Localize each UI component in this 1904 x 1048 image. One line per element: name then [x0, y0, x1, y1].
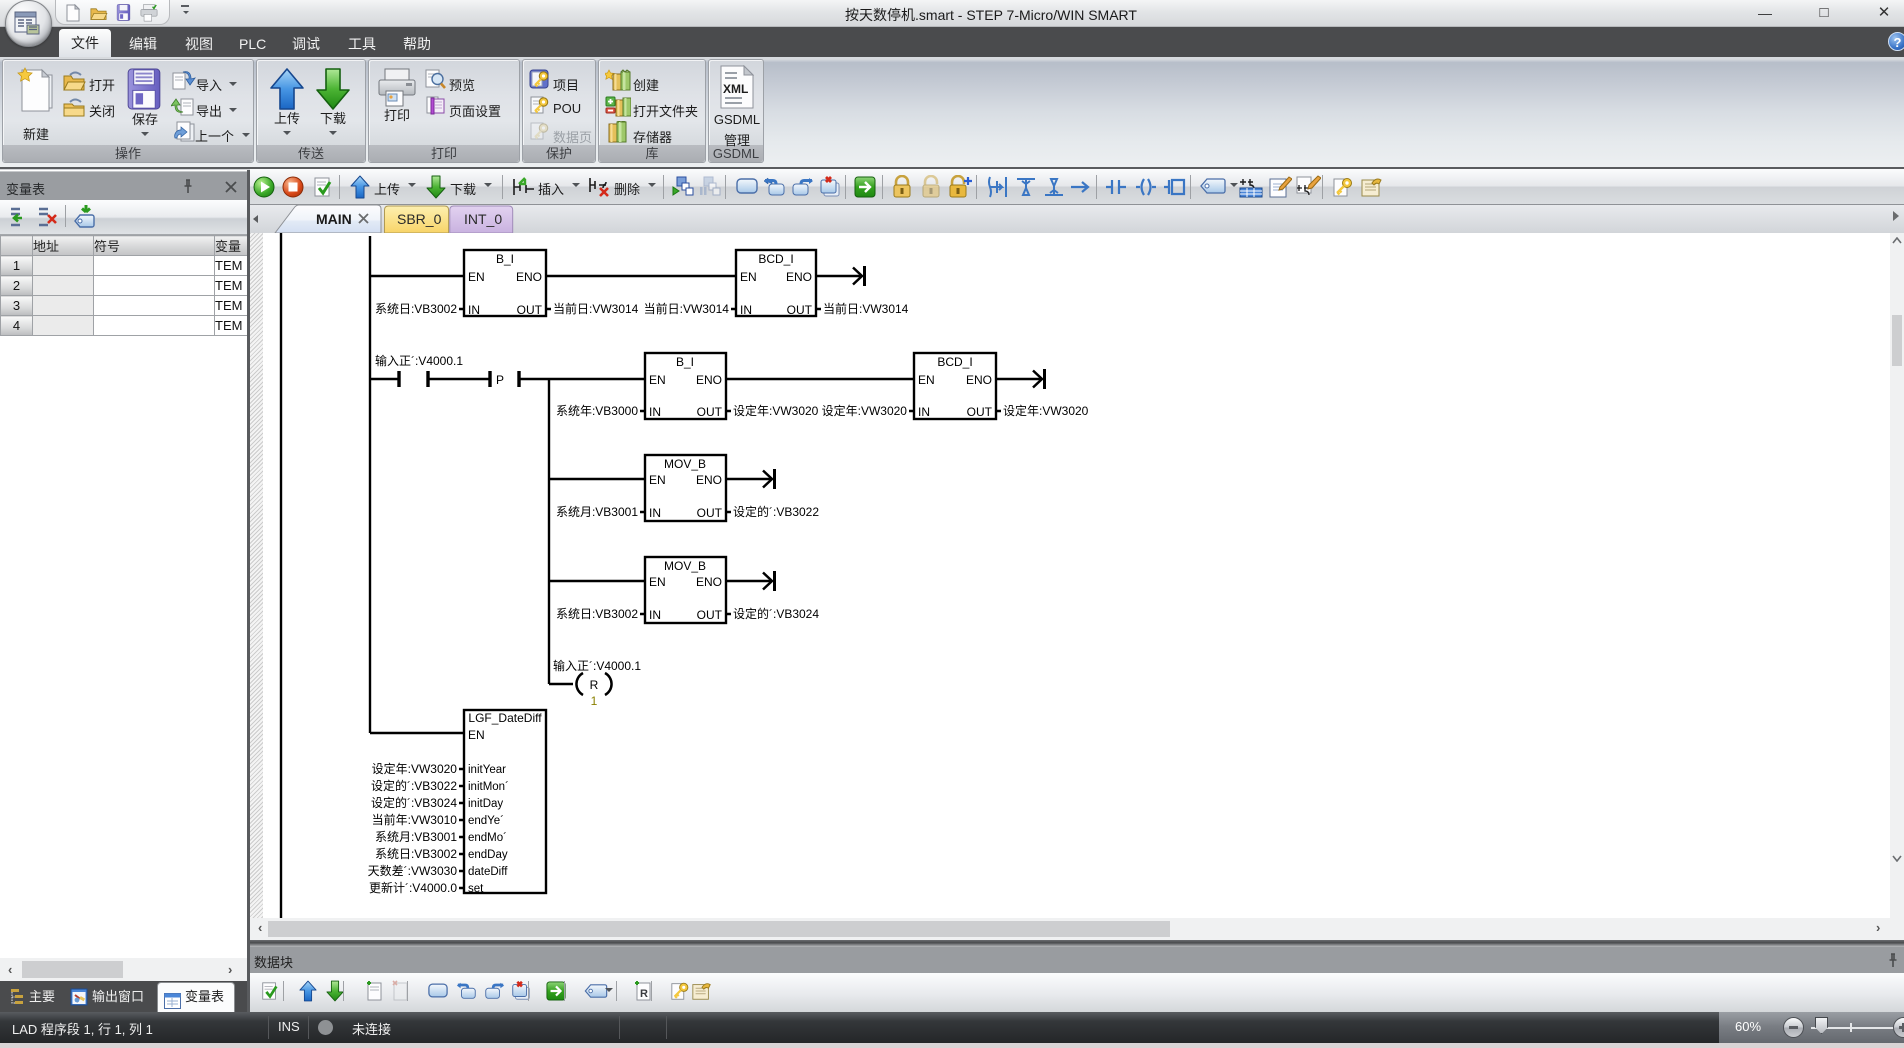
svg-text:endMo´: endMo´ [468, 832, 507, 844]
svg-text:OUT: OUT [787, 303, 813, 317]
svg-text:ENO: ENO [696, 373, 722, 387]
svg-text:OUT: OUT [517, 303, 543, 317]
svg-text:BCD_I: BCD_I [937, 355, 972, 369]
svg-text:设定的´:VB3022: 设定的´:VB3022 [733, 504, 819, 519]
svg-text:设定年:VW3020: 设定年:VW3020 [822, 403, 908, 418]
svg-text:BCD_I: BCD_I [758, 252, 793, 266]
svg-text:更新计´:V4000.0: 更新计´:V4000.0 [369, 880, 457, 895]
svg-text:set: set [468, 883, 484, 895]
svg-text:ENO: ENO [516, 270, 542, 284]
svg-text:INT_0: INT_0 [464, 211, 502, 227]
svg-text:输入正´:V4000.1: 输入正´:V4000.1 [375, 353, 463, 368]
svg-text:设定年:VW3020: 设定年:VW3020 [1003, 403, 1089, 418]
svg-text:ENO: ENO [966, 373, 992, 387]
svg-text:IN: IN [740, 303, 752, 317]
svg-text:OUT: OUT [697, 608, 723, 622]
svg-text:SBR_0: SBR_0 [397, 211, 442, 227]
svg-text:XML: XML [723, 82, 748, 96]
svg-text:当前日:VW3014: 当前日:VW3014 [823, 301, 909, 316]
svg-text:initDay: initDay [468, 798, 503, 810]
svg-text:endDay: endDay [468, 849, 508, 861]
svg-text:OUT: OUT [697, 506, 723, 520]
svg-text:R: R [640, 988, 648, 1000]
svg-text:EN: EN [918, 373, 935, 387]
svg-text:IN: IN [918, 405, 930, 419]
svg-text:MAIN: MAIN [316, 211, 352, 227]
svg-text:B_I: B_I [676, 355, 694, 369]
svg-text:当前日:VW3014: 当前日:VW3014 [553, 301, 639, 316]
svg-text:ENO: ENO [696, 575, 722, 589]
svg-text:B_I: B_I [496, 252, 514, 266]
svg-text:dateDiff: dateDiff [468, 866, 508, 878]
svg-text:EN: EN [740, 270, 757, 284]
svg-text:initMon´: initMon´ [468, 781, 509, 793]
svg-text:当前日:VW3014: 当前日:VW3014 [644, 301, 730, 316]
svg-text:系统月:VB3001: 系统月:VB3001 [556, 505, 638, 519]
svg-text:设定年:VW3020: 设定年:VW3020 [372, 761, 458, 776]
svg-text:EN: EN [468, 728, 485, 742]
svg-text:R: R [590, 678, 599, 692]
svg-text:LGF_DateDiff: LGF_DateDiff [468, 711, 542, 725]
svg-text:EN: EN [649, 575, 666, 589]
svg-text:系统日:VB3002: 系统日:VB3002 [375, 847, 457, 861]
svg-text:ENO: ENO [786, 270, 812, 284]
svg-text:天数差´:VW3030: 天数差´:VW3030 [368, 863, 458, 878]
svg-text:EN: EN [649, 373, 666, 387]
svg-text:MOV_B: MOV_B [664, 457, 706, 471]
svg-text:EN: EN [468, 270, 485, 284]
svg-text:系统月:VB3001: 系统月:VB3001 [375, 830, 457, 844]
svg-text:initYear: initYear [468, 764, 506, 776]
svg-text:IN: IN [649, 405, 661, 419]
svg-text:endYe´: endYe´ [468, 815, 504, 827]
svg-text:设定的´:VB3022: 设定的´:VB3022 [371, 778, 457, 793]
svg-text:系统日:VB3002: 系统日:VB3002 [556, 607, 638, 621]
svg-text:P: P [496, 373, 504, 387]
svg-text:ENO: ENO [696, 473, 722, 487]
svg-text:系统日:VB3002: 系统日:VB3002 [375, 302, 457, 316]
svg-text:MOV_B: MOV_B [664, 559, 706, 573]
svg-text:EN: EN [649, 473, 666, 487]
svg-text:当前年:VW3010: 当前年:VW3010 [372, 812, 458, 827]
svg-text:输入正´:V4000.1: 输入正´:V4000.1 [553, 658, 641, 673]
svg-text:设定年:VW3020: 设定年:VW3020 [733, 403, 819, 418]
svg-text:1: 1 [591, 694, 598, 708]
svg-text:系统年:VB3000: 系统年:VB3000 [556, 404, 638, 418]
svg-text:OUT: OUT [967, 405, 993, 419]
svg-text:设定的´:VB3024: 设定的´:VB3024 [733, 606, 819, 621]
svg-text:IN: IN [468, 303, 480, 317]
svg-text:IN: IN [649, 506, 661, 520]
svg-text:IN: IN [649, 608, 661, 622]
svg-text:OUT: OUT [697, 405, 723, 419]
svg-text:设定的´:VB3024: 设定的´:VB3024 [371, 795, 457, 810]
